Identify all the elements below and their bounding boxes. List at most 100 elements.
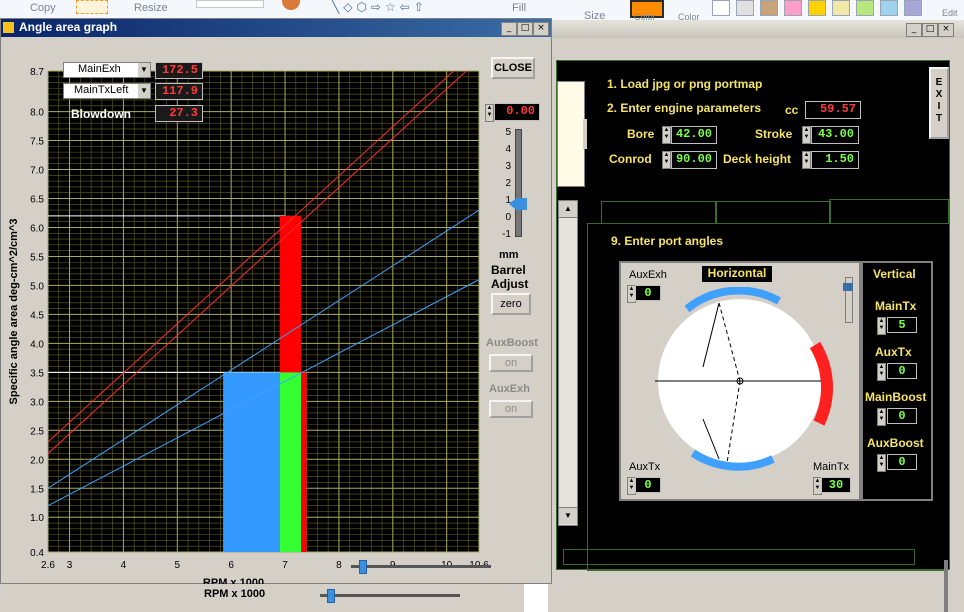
edit-colors-button[interactable]: Edit xyxy=(942,8,958,18)
bottom-rpm-label: RPM x 1000 xyxy=(204,588,266,600)
tab-3[interactable] xyxy=(829,199,949,224)
stroke-field[interactable]: 43.00 xyxy=(811,126,859,144)
auxtx-left-label: AuxTx xyxy=(629,461,661,473)
close-button[interactable]: CLOSE xyxy=(491,57,535,79)
copy-button[interactable]: Copy xyxy=(30,2,56,14)
deck-height-field[interactable]: 1.50 xyxy=(811,151,859,169)
auxtx-left-field[interactable]: 0 xyxy=(635,477,661,493)
portmap-list[interactable] xyxy=(557,81,585,187)
auxboost-field[interactable]: 0 xyxy=(887,454,917,470)
port-select-1-field[interactable]: 172.5 xyxy=(155,62,203,79)
auxtx-field[interactable]: 0 xyxy=(887,363,917,379)
barrel-spinner[interactable]: ▲ ▼ xyxy=(485,104,494,122)
swatch-tan[interactable] xyxy=(760,0,778,16)
scroll-up-icon[interactable]: ▲ xyxy=(559,201,577,218)
y-tick-label: 6.0 xyxy=(30,223,44,234)
cc-field[interactable]: 59.57 xyxy=(805,101,861,119)
bottom-strip: RPM x 1000 xyxy=(0,584,524,612)
scroll-down-icon[interactable]: ▼ xyxy=(559,507,577,524)
y-tick-label: 4.5 xyxy=(30,310,44,321)
engine-panel: 1. Load jpg or png portmap 2. Enter engi… xyxy=(556,60,950,571)
conrod-label: Conrod xyxy=(609,152,652,166)
maximize-button[interactable]: □ xyxy=(922,23,938,37)
conrod-field[interactable]: 90.00 xyxy=(671,151,717,169)
auxtx-spinner[interactable]: ▲ ▼ xyxy=(877,363,886,381)
rpm-slider-track[interactable] xyxy=(351,565,491,568)
swatch-yellow[interactable] xyxy=(808,0,826,16)
x-tick-label: 6 xyxy=(228,560,234,571)
tab-1[interactable] xyxy=(601,201,717,224)
auxboost-toggle[interactable]: on xyxy=(489,354,533,372)
maintx-spinner[interactable]: ▲ ▼ xyxy=(877,317,886,335)
graph-titlebar: Angle area graph _ □ × xyxy=(1,19,551,37)
graph-close-window-button[interactable]: × xyxy=(533,22,549,36)
y-tick-label: 4.0 xyxy=(30,339,44,350)
y-tick-label: 7.0 xyxy=(30,166,44,177)
maintx-bottom-label: MainTx xyxy=(813,461,850,473)
swatch-lime[interactable] xyxy=(856,0,874,16)
y-tick-label: 3.0 xyxy=(30,397,44,408)
swatch-light[interactable] xyxy=(736,0,754,16)
status-bar xyxy=(563,549,915,565)
step1-label: 1. Load jpg or png portmap xyxy=(607,77,763,91)
shapes-icon[interactable]: ╲◇⬡⇨☆⇦⇧ xyxy=(332,0,472,14)
slider-tick-label: 4 xyxy=(505,144,511,155)
swatch-sky[interactable] xyxy=(880,0,898,16)
barrel-adjust-field[interactable]: 0.00 xyxy=(494,103,540,121)
graph-maximize-button[interactable]: □ xyxy=(517,22,533,36)
app-icon xyxy=(3,22,14,33)
barrel-slider-thumb[interactable] xyxy=(509,198,527,210)
close-window-button[interactable]: × xyxy=(938,23,954,37)
auxboost-spinner[interactable]: ▲ ▼ xyxy=(877,454,886,472)
swatch-pink[interactable] xyxy=(784,0,802,16)
swatch-lavender[interactable] xyxy=(904,0,922,16)
dropdown-1-chevron-icon[interactable]: ▼ xyxy=(138,63,150,77)
slider-tick-label: 5 xyxy=(505,127,511,138)
y-tick-label: 0.4 xyxy=(30,548,44,559)
select-icon[interactable] xyxy=(76,0,108,14)
mainboost-spinner[interactable]: ▲ ▼ xyxy=(877,408,886,426)
tab-2[interactable] xyxy=(715,201,831,224)
list-scrollbar[interactable] xyxy=(583,119,587,149)
deck-spinner[interactable]: ▲ ▼ xyxy=(802,151,811,169)
port-slider-thumb[interactable] xyxy=(843,283,853,291)
port-select-2-field[interactable]: 117.9 xyxy=(155,83,203,100)
vertical-header: Vertical xyxy=(873,267,916,281)
x-tick-label: 4 xyxy=(121,560,127,571)
engine-window: _ □ × 1. Load jpg or png portmap 2. Ente… xyxy=(548,20,964,612)
bottom-slider-track[interactable] xyxy=(320,594,460,597)
auxexh-toggle[interactable]: on xyxy=(489,400,533,418)
maintx-field[interactable]: 5 xyxy=(887,317,917,333)
stroke-spinner[interactable]: ▲ ▼ xyxy=(802,126,811,144)
barrel-slider-track[interactable] xyxy=(515,129,522,237)
maintx-bottom-field[interactable]: 30 xyxy=(821,477,851,493)
y-tick-label: 5.5 xyxy=(30,252,44,263)
vertical-scrollbar[interactable]: ▲ ▼ xyxy=(558,200,578,526)
graph-minimize-button[interactable]: _ xyxy=(501,22,517,36)
font-box[interactable] xyxy=(196,0,264,8)
dropdown-2-chevron-icon[interactable]: ▼ xyxy=(138,84,150,98)
y-tick-label: 8.0 xyxy=(30,108,44,119)
fill-button[interactable]: Fill xyxy=(512,2,526,14)
bottom-slider-thumb[interactable] xyxy=(327,589,335,603)
mainboost-field[interactable]: 0 xyxy=(887,408,917,424)
angle-area-chart[interactable]: 2.634567891010.60.41.01.52.02.53.03.54.0… xyxy=(1,37,501,597)
resize-button[interactable]: Resize xyxy=(134,2,168,14)
brush-icon[interactable] xyxy=(282,0,300,10)
y-tick-label: 2.5 xyxy=(30,426,44,437)
rpm-slider-thumb[interactable] xyxy=(359,560,367,574)
swatch-white[interactable] xyxy=(712,0,730,16)
chart-bar xyxy=(301,372,307,552)
zero-button[interactable]: zero xyxy=(491,293,531,315)
maintx-label: MainTx xyxy=(875,299,917,313)
conrod-spinner[interactable]: ▲ ▼ xyxy=(662,151,671,169)
blowdown-field[interactable]: 27.3 xyxy=(155,105,203,122)
exit-button[interactable]: E X I T xyxy=(929,67,949,139)
swatch-cream[interactable] xyxy=(832,0,850,16)
minimize-button[interactable]: _ xyxy=(906,23,922,37)
port-circle[interactable] xyxy=(653,287,843,477)
bore-spinner[interactable]: ▲ ▼ xyxy=(662,126,671,144)
auxexh-label: AuxExh xyxy=(489,383,530,395)
bore-field[interactable]: 42.00 xyxy=(671,126,717,144)
barrel-slider-ticks: 5 4 3 2 1 0 -1 xyxy=(491,127,511,247)
